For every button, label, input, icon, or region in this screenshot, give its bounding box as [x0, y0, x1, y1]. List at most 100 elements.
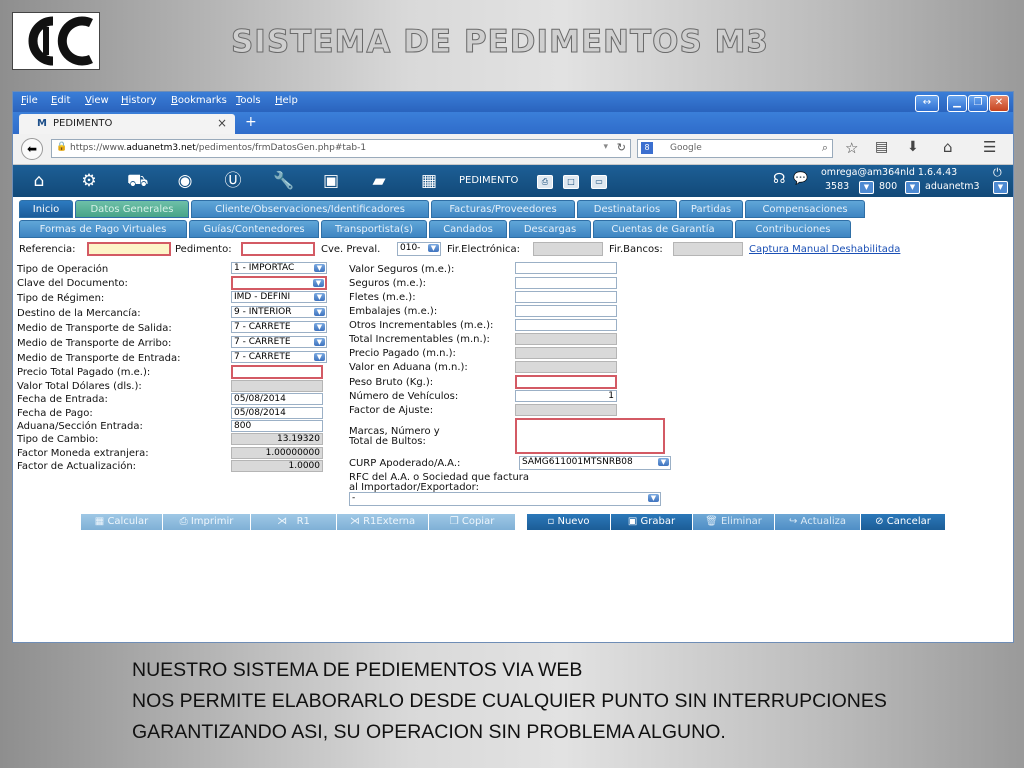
grabar-button[interactable]: ▣ Grabar	[611, 514, 693, 530]
database-icon[interactable]: ▦	[419, 171, 439, 191]
truck-icon[interactable]: ⛟	[127, 171, 148, 191]
power-icon[interactable]: ⏻	[993, 166, 1002, 180]
left-label-11: Aduana/Sección Entrada:	[17, 421, 143, 432]
tab-contribuciones[interactable]: Contribuciones	[735, 220, 851, 238]
otros-incrementables-input[interactable]	[515, 319, 617, 331]
download-icon[interactable]: ⬇	[907, 139, 919, 155]
fecha-entrada-input[interactable]: 05/08/2014	[231, 393, 323, 405]
imprimir-button[interactable]: ⎙ Imprimir	[163, 514, 251, 530]
close-window-button[interactable]: ✕	[989, 95, 1009, 112]
tab-cuentas-garantia[interactable]: Cuentas de Garantía	[593, 220, 733, 238]
tipo-operacion-select[interactable]: 1 - IMPORTAC	[231, 262, 327, 274]
chevron-down-icon	[314, 264, 325, 272]
calcular-button[interactable]: ▦ Calcular	[81, 514, 163, 530]
url-bar[interactable]: 🔒 https://www.aduanetm3.net/pedimentos/f…	[51, 139, 631, 158]
new-tab-button[interactable]: +	[245, 114, 257, 130]
print-icon[interactable]: ⎙	[537, 175, 553, 189]
menu-history[interactable]: History	[121, 95, 157, 106]
r1externa-label: R1Externa	[363, 516, 416, 527]
nuevo-button[interactable]: ▫ Nuevo	[527, 514, 611, 530]
captura-manual-link[interactable]: Captura Manual Deshabilitada	[749, 244, 900, 255]
company-select-dropdown[interactable]: ▼	[993, 181, 1008, 194]
fletes-input[interactable]	[515, 291, 617, 303]
tab-compensaciones[interactable]: Compensaciones	[745, 200, 865, 218]
office-select-dropdown[interactable]: ▼	[859, 181, 874, 194]
r1-button[interactable]: ⋊ R1	[251, 514, 337, 530]
seguros-input[interactable]	[515, 277, 617, 289]
minimize-button[interactable]: ▁	[947, 95, 967, 112]
precio-total-input[interactable]	[231, 365, 323, 379]
maximize-button[interactable]: ❐	[968, 95, 988, 112]
wrench-icon[interactable]: 🔧	[273, 171, 294, 191]
marcas-textarea[interactable]	[515, 418, 665, 454]
eliminar-button[interactable]: 🗑 Eliminar	[693, 514, 775, 530]
tab-partidas[interactable]: Partidas	[679, 200, 743, 218]
menu-edit[interactable]: Edit	[51, 95, 70, 106]
tab-candados[interactable]: Candados	[429, 220, 507, 238]
browser-tab[interactable]: M PEDIMENTO ×	[19, 114, 235, 134]
r1externa-button[interactable]: ⋊ R1Externa	[337, 514, 429, 530]
chevron-down-icon	[313, 279, 324, 287]
cancelar-button[interactable]: ⊘ Cancelar	[861, 514, 945, 530]
tab-destinatarios[interactable]: Destinatarios	[577, 200, 677, 218]
chat-icon[interactable]: 💬	[793, 171, 808, 185]
window-icon[interactable]: □	[563, 175, 579, 189]
peso-bruto-input[interactable]	[515, 375, 617, 389]
aduana-seccion-input[interactable]: 800	[231, 420, 323, 432]
home-icon[interactable]: ⌂	[29, 171, 49, 191]
disc-icon[interactable]: ◉	[175, 171, 195, 191]
referencia-label: Referencia:	[19, 244, 76, 255]
valor-seguros-input[interactable]	[515, 262, 617, 274]
id-card-icon[interactable]: ▣	[321, 171, 341, 191]
card-icon[interactable]: ▭	[591, 175, 607, 189]
aduana-select-dropdown[interactable]: ▼	[905, 181, 920, 194]
destino-mercancia-select[interactable]: 9 - INTERIOR	[231, 306, 327, 318]
tab-cliente[interactable]: Cliente/Observaciones/Identificadores	[191, 200, 429, 218]
tab-transportistas[interactable]: Transportista(s)	[321, 220, 427, 238]
rfc-select[interactable]: -	[349, 492, 661, 506]
tab-inicio[interactable]: Inicio	[19, 200, 73, 218]
user-circle-icon[interactable]: Ⓤ	[223, 171, 243, 191]
copiar-button[interactable]: ❐ Copiar	[429, 514, 515, 530]
search-bar[interactable]: 8 Google ⌕	[637, 139, 833, 158]
transporte-entrada-select[interactable]: 7 - CARRETE	[231, 351, 327, 363]
folder-icon[interactable]: ▰	[369, 171, 389, 191]
back-arrow-icon[interactable]: ⬅	[21, 138, 43, 160]
embalajes-input[interactable]	[515, 305, 617, 317]
search-icon[interactable]: ⌕	[822, 141, 828, 155]
resize-icon[interactable]: ↔	[915, 95, 939, 112]
cve-preval-select[interactable]: 010-	[397, 242, 441, 256]
curp-select[interactable]: SAMG611001MTSNRB08	[519, 456, 671, 470]
menu-tools[interactable]: Tools	[236, 95, 261, 106]
bookmark-star-icon[interactable]: ☆	[845, 139, 858, 157]
dropdown-arrow-icon[interactable]: ▾	[603, 142, 608, 152]
pedimento-input[interactable]	[241, 242, 315, 256]
menu-file[interactable]: File	[21, 95, 38, 106]
tipo-regimen-select[interactable]: IMD - DEFINI	[231, 291, 327, 303]
search-input[interactable]: Google	[670, 143, 702, 153]
referencia-input[interactable]	[87, 242, 171, 256]
fecha-pago-input[interactable]: 05/08/2014	[231, 407, 323, 419]
fir-bancos-label: Fir.Bancos:	[609, 244, 663, 255]
reload-icon[interactable]: ↻	[617, 141, 626, 154]
tab-close-icon[interactable]: ×	[217, 116, 227, 130]
actualiza-button[interactable]: ↪ Actualiza	[775, 514, 861, 530]
bookmarks-menu-icon[interactable]: ▤	[875, 139, 888, 155]
tab-datos-generales[interactable]: Datos Generales	[75, 200, 189, 218]
url-prefix: https://www.	[70, 143, 127, 153]
numero-vehiculos-input[interactable]: 1	[515, 390, 617, 402]
tab-facturas[interactable]: Facturas/Proveedores	[431, 200, 575, 218]
menu-help[interactable]: Help	[275, 95, 298, 106]
home-icon[interactable]: ⌂	[943, 138, 953, 156]
gear-icon[interactable]: ⚙	[79, 171, 99, 191]
hamburger-menu-icon[interactable]: ☰	[983, 138, 996, 156]
menu-view[interactable]: View	[85, 95, 109, 106]
menu-bookmarks[interactable]: Bookmarks	[171, 95, 227, 106]
transporte-arribo-select[interactable]: 7 - CARRETE	[231, 336, 327, 348]
clave-documento-select[interactable]	[231, 276, 327, 290]
tab-descargas[interactable]: Descargas	[509, 220, 591, 238]
transporte-salida-select[interactable]: 7 - CARRETE	[231, 321, 327, 333]
caption-line-2: NOS PERMITE ELABORARLO DESDE CUALQUIER P…	[132, 690, 887, 712]
tab-guias[interactable]: Guías/Contenedores	[189, 220, 319, 238]
tab-formas-pago[interactable]: Formas de Pago Virtuales	[19, 220, 187, 238]
